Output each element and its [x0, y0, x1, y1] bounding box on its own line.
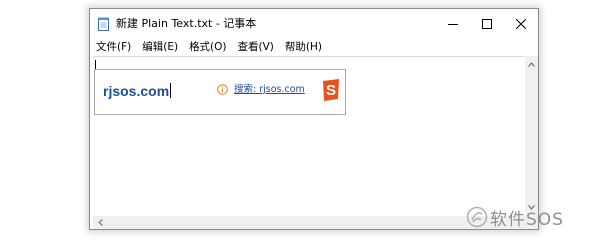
menu-view[interactable]: 查看(V): [232, 40, 279, 54]
minimize-button[interactable]: [436, 9, 470, 39]
title-bar[interactable]: 新建 Plain Text.txt - 记事本: [90, 9, 538, 39]
notepad-app-icon: [98, 17, 109, 31]
chevron-left-icon: [98, 219, 103, 226]
window-title: 新建 Plain Text.txt - 记事本: [116, 17, 257, 30]
menu-bar: 文件(F) 编辑(E) 格式(O) 查看(V) 帮助(H): [90, 39, 538, 55]
text-editor-area[interactable]: rjsos.com 搜索: rjsos.com S: [93, 56, 525, 217]
minimize-icon: [448, 24, 458, 25]
menu-edit[interactable]: 编辑(E): [136, 40, 183, 54]
menu-format[interactable]: 格式(O): [183, 40, 231, 54]
scroll-up-arrow[interactable]: [525, 58, 538, 71]
close-button[interactable]: [504, 9, 538, 39]
menu-help[interactable]: 帮助(H): [279, 40, 327, 54]
svg-text:S: S: [326, 82, 336, 99]
maximize-icon: [482, 19, 492, 29]
sogou-logo-icon: S: [323, 79, 339, 101]
notepad-window: 新建 Plain Text.txt - 记事本 文件(F) 编辑(E) 格式(O…: [89, 8, 539, 230]
ime-composition-text: rjsos.com: [103, 83, 172, 99]
ime-candidate-box: rjsos.com 搜索: rjsos.com S: [94, 69, 346, 115]
page: 新建 Plain Text.txt - 记事本 文件(F) 编辑(E) 格式(O…: [0, 0, 612, 240]
watermark-text: 软件SOS: [490, 209, 564, 230]
info-icon: [217, 84, 228, 95]
menu-file[interactable]: 文件(F): [90, 40, 136, 54]
maximize-button[interactable]: [470, 9, 504, 39]
vertical-scrollbar[interactable]: [525, 56, 538, 216]
close-icon: [516, 19, 526, 29]
horizontal-scrollbar[interactable]: [93, 216, 525, 229]
scroll-left-arrow[interactable]: [94, 216, 107, 229]
chevron-up-icon: [528, 62, 535, 67]
ime-cursor: [170, 83, 172, 98]
watermark: 软件SOS: [466, 204, 564, 230]
watermark-logo-icon: [466, 206, 488, 228]
ime-search-link[interactable]: 搜索: rjsos.com: [234, 83, 305, 96]
